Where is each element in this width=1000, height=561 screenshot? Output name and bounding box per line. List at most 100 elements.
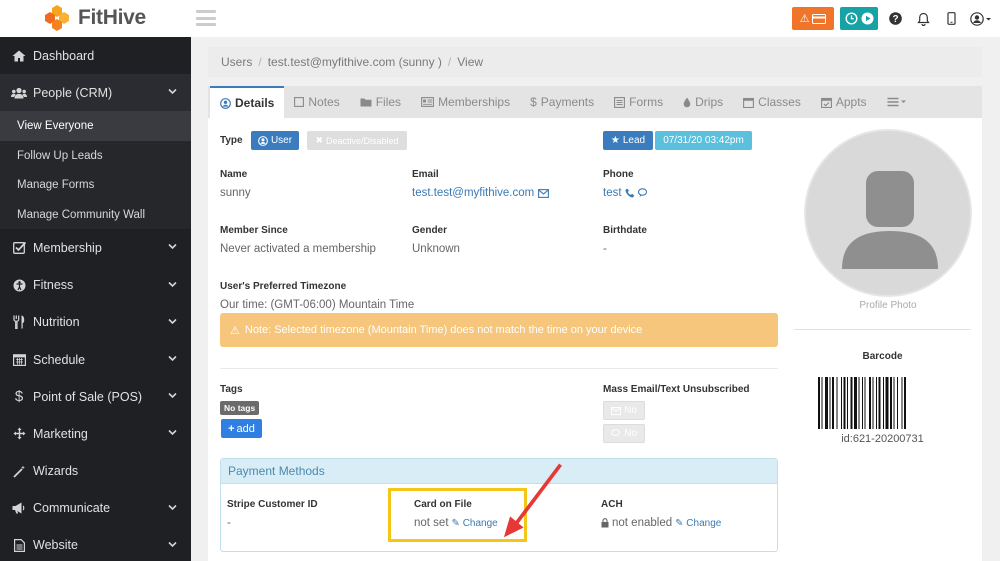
close-icon: ✖ xyxy=(315,135,323,145)
sidebar-item-fitness[interactable]: Fitness xyxy=(0,267,191,304)
profile-photo-caption: Profile Photo xyxy=(859,300,917,311)
tab-label: Notes xyxy=(308,95,340,109)
sidebar-item-membership[interactable]: Membership xyxy=(0,229,191,266)
arrows-icon xyxy=(11,427,27,440)
sidebar-item-communicate[interactable]: Communicate xyxy=(0,490,191,527)
email-no-label: No xyxy=(624,405,637,416)
calendar-check-icon xyxy=(820,97,832,108)
text-no-label: No xyxy=(624,428,637,439)
breadcrumb-user[interactable]: test.test@myfithive.com (sunny ) xyxy=(268,55,442,69)
hive-logo-icon xyxy=(45,5,69,31)
id-card-icon xyxy=(421,97,435,107)
type-label: Type xyxy=(220,135,243,146)
sidebar-item-nutrition[interactable]: Nutrition xyxy=(0,304,191,341)
lock-icon xyxy=(601,518,609,528)
barcode-image xyxy=(818,377,906,429)
check-square-icon xyxy=(11,241,27,255)
birthdate-value: - xyxy=(603,243,607,255)
sidebar-item-label: Nutrition xyxy=(33,315,80,330)
chevron-down-icon xyxy=(168,281,177,287)
tab-notes[interactable]: Notes xyxy=(284,86,349,118)
profile-photo[interactable] xyxy=(804,129,972,297)
chevron-down-icon xyxy=(168,541,177,548)
breadcrumb-current: View xyxy=(457,55,484,69)
barcode-title: Barcode xyxy=(862,351,903,362)
sidebar-item-label: Point of Sale (POS) xyxy=(33,389,143,404)
drop-icon xyxy=(683,97,691,107)
bell-icon[interactable] xyxy=(912,8,934,30)
type-user-button[interactable]: User xyxy=(251,131,299,150)
sidebar-item-dashboard[interactable]: Dashboard xyxy=(0,37,191,74)
tab-classes[interactable]: Classes xyxy=(733,86,811,118)
sidebar-item-people-crm[interactable]: People (CRM) xyxy=(0,74,191,112)
sidebar-item-wizards[interactable]: Wizards xyxy=(0,453,191,490)
change-ach-link[interactable]: ✎ Change xyxy=(675,518,721,529)
email-unsubscribed-toggle[interactable]: No xyxy=(603,401,645,420)
calendar-icon xyxy=(743,97,755,108)
tags-label: Tags xyxy=(220,384,243,395)
tab-payments[interactable]: $ Payments xyxy=(520,86,604,118)
pos-quick-button[interactable]: ⚠ xyxy=(792,7,834,30)
tab-appts[interactable]: Appts xyxy=(811,86,877,118)
email-link[interactable]: test.test@myfithive.com xyxy=(412,187,550,199)
user-circle-icon xyxy=(220,97,231,109)
member-since-label: Member Since xyxy=(220,225,288,236)
dollar-icon: $ xyxy=(14,388,24,406)
sidebar-item-label: Schedule xyxy=(33,352,86,367)
tab-forms[interactable]: Forms xyxy=(604,86,673,118)
credit-card-icon xyxy=(812,13,827,24)
breadcrumb-users[interactable]: Users xyxy=(221,55,252,69)
stripe-id-value: - xyxy=(227,517,231,529)
clock-icon xyxy=(844,12,858,25)
tab-label: Classes xyxy=(758,95,801,109)
envelope-icon xyxy=(538,188,550,198)
calendar-icon xyxy=(11,353,27,367)
pencil-icon: ✎ xyxy=(675,517,684,529)
brand-logo[interactable]: FitHive xyxy=(42,4,146,32)
tab-files[interactable]: Files xyxy=(350,86,411,118)
sidebar-item-marketing[interactable]: Marketing xyxy=(0,415,191,452)
details-panel: Type User ✖ Deactive/Disabled ★ Lead 07/… xyxy=(208,118,982,561)
forms-icon xyxy=(614,96,626,108)
timezone-value: Our time: (GMT-06:00) Mountain Time xyxy=(220,299,415,311)
magic-wand-icon xyxy=(11,465,27,478)
tab-drips[interactable]: Drips xyxy=(673,86,733,118)
gender-value: Unknown xyxy=(412,243,460,255)
mobile-icon[interactable] xyxy=(940,8,962,30)
tab-more-menu[interactable] xyxy=(877,86,917,118)
email-label: Email xyxy=(412,169,439,180)
chevron-down-icon xyxy=(168,393,177,399)
phone-link[interactable]: test xyxy=(603,187,649,199)
sidebar-subitem-follow-up-leads[interactable]: Follow Up Leads xyxy=(0,140,191,171)
sidebar-item-label: Marketing xyxy=(33,426,88,441)
sidebar-subitem-view-everyone[interactable]: View Everyone xyxy=(0,111,191,141)
timezone-alert: ⚠ Note: Selected timezone (Mountain Time… xyxy=(220,313,778,347)
sidebar-item-label: Wizards xyxy=(33,464,79,479)
tab-details[interactable]: Details xyxy=(210,86,285,118)
timer-play-button[interactable] xyxy=(840,7,878,30)
folder-icon xyxy=(360,98,372,107)
sidebar-item-schedule[interactable]: Schedule xyxy=(0,341,191,378)
phone-icon xyxy=(625,188,634,198)
plus-icon: + xyxy=(228,422,235,435)
menu-toggle-icon[interactable] xyxy=(196,10,216,26)
tab-label: Details xyxy=(235,96,275,110)
lead-label: Lead xyxy=(622,135,646,146)
user-account-icon[interactable] xyxy=(968,8,994,30)
sidebar-subitem-manage-forms[interactable]: Manage Forms xyxy=(0,170,191,200)
chevron-down-icon xyxy=(168,244,177,250)
unsubscribed-label: Mass Email/Text Unsubscribed xyxy=(603,384,750,395)
divider xyxy=(794,329,971,330)
text-unsubscribed-toggle[interactable]: No xyxy=(603,424,645,443)
tab-label: Payments xyxy=(540,95,595,109)
sidebar-item-label: Membership xyxy=(33,240,102,255)
sidebar-subitem-manage-community-wall[interactable]: Manage Community Wall xyxy=(0,199,191,230)
chevron-down-icon xyxy=(168,430,177,436)
tab-memberships[interactable]: Memberships xyxy=(411,86,520,118)
lead-badge[interactable]: ★ Lead xyxy=(603,131,653,150)
sidebar-item-website[interactable]: Website xyxy=(0,527,191,561)
add-tag-button[interactable]: + add xyxy=(221,419,262,438)
type-deactive-button[interactable]: ✖ Deactive/Disabled xyxy=(307,131,407,150)
help-icon[interactable]: ? xyxy=(884,8,906,30)
sidebar-item-point-of-sale[interactable]: $ Point of Sale (POS) xyxy=(0,378,191,415)
